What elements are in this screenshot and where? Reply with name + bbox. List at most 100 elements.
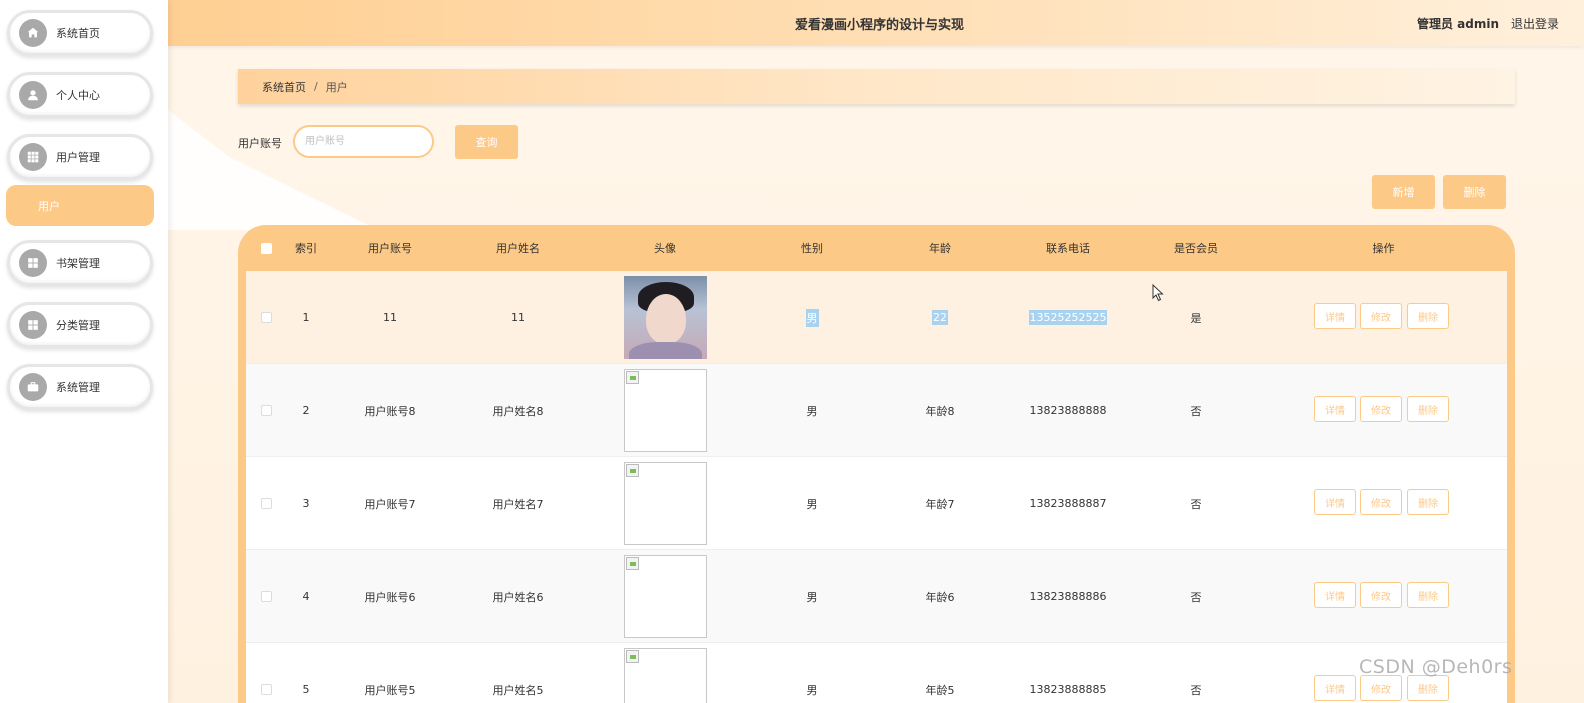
row-checkbox[interactable] [260,312,272,323]
sidebar-item-profile[interactable]: 个人中心 [7,72,153,118]
table-row: 3 用户账号7 用户姓名7 男 年龄7 13823888887 否 详情 修改 … [246,457,1507,550]
grid-icon [19,143,47,171]
cell-gender: 男 [806,683,818,697]
cell-account: 用户账号5 [364,683,416,697]
batch-delete-button[interactable]: 删除 [1443,175,1506,209]
cell-name: 用户姓名6 [492,590,544,604]
header-phone: 联系电话 [1046,242,1090,255]
main-content: 爱看漫画小程序的设计与实现 管理员 admin 退出登录 系统首页 / 用户 用… [168,0,1584,703]
grid-icon [19,249,47,277]
cell-phone: 13823888885 [1029,683,1107,696]
search-button-label: 查询 [475,136,498,149]
admin-label: 管理员 admin [1417,17,1500,31]
delete-button[interactable]: 删除 [1407,489,1449,515]
sidebar-item-label: 书架管理 [56,257,100,270]
briefcase-icon [19,373,47,401]
sidebar-item-home[interactable]: 系统首页 [7,10,153,56]
select-all-checkbox[interactable] [260,242,272,254]
cell-avatar [582,643,748,703]
cell-phone: 13823888888 [1029,404,1107,417]
header-name: 用户姓名 [496,242,540,255]
table-row: 5 用户账号5 用户姓名5 男 年龄5 13823888885 否 详情 修改 … [246,643,1507,703]
table-body: 1 11 11 男 22 13525252525 是 详情 修改 删除 2 用户… [246,271,1507,703]
header-age: 年龄 [929,242,951,255]
sidebar-item-user-management[interactable]: 用户管理 [7,134,153,180]
broken-image-icon [623,462,707,545]
cell-name: 用户姓名7 [492,497,544,511]
watermark: CSDN @Deh0rs [1359,656,1513,678]
edit-button[interactable]: 修改 [1360,489,1402,515]
grid-icon [19,311,47,339]
broken-image-icon [623,555,707,638]
search-button[interactable]: 查询 [455,125,518,159]
mouse-cursor-icon [1152,284,1164,302]
delete-button[interactable]: 删除 [1407,582,1449,608]
row-select-cell [246,643,286,703]
detail-button[interactable]: 详情 [1314,582,1356,608]
cell-account: 用户账号8 [364,404,416,418]
cell-member: 否 [1190,590,1202,604]
add-button[interactable]: 新增 [1372,175,1435,209]
avatar-photo [623,276,707,359]
cell-gender-text: 男 [805,308,819,327]
row-checkbox[interactable] [260,405,272,416]
sidebar-item-label: 个人中心 [56,89,100,102]
header-index: 索引 [295,242,317,255]
row-checkbox[interactable] [260,498,272,509]
table-header: 索引 用户账号 用户姓名 头像 性别 年龄 联系电话 是否会员 操作 [238,225,1515,271]
detail-button[interactable]: 详情 [1314,489,1356,515]
cell-avatar [582,271,748,364]
app-title: 爱看漫画小程序的设计与实现 [795,18,965,33]
header-gender: 性别 [801,242,823,255]
logout-link[interactable]: 退出登录 [1511,15,1559,32]
row-select-cell [246,271,286,364]
row-checkbox[interactable] [260,684,272,695]
row-select-cell [246,364,286,457]
cell-phone-text: 13525252525 [1028,310,1108,325]
breadcrumb-separator: / [314,80,318,93]
delete-button[interactable]: 删除 [1407,303,1449,329]
header-avatar: 头像 [654,242,676,255]
sidebar-subitem-user[interactable]: 用户 [6,185,154,226]
search-input[interactable] [293,125,434,158]
sidebar-item-label: 系统首页 [56,27,100,40]
cell-index: 2 [302,404,310,417]
table-row: 2 用户账号8 用户姓名8 男 年龄8 13823888888 否 详情 修改 … [246,364,1507,457]
sidebar-item-bookshelf[interactable]: 书架管理 [7,240,153,286]
cell-name: 用户姓名5 [492,683,544,697]
cell-gender: 男 [748,271,876,364]
delete-button[interactable]: 删除 [1407,675,1449,701]
sidebar-item-label: 分类管理 [56,319,100,332]
cell-age: 年龄5 [925,683,955,697]
edit-button[interactable]: 修改 [1360,396,1402,422]
sidebar-subitem-label: 用户 [38,199,60,213]
detail-button[interactable]: 详情 [1314,303,1356,329]
home-icon [19,19,47,47]
header-account: 用户账号 [368,242,412,255]
breadcrumb-home[interactable]: 系统首页 [262,79,306,95]
edit-button[interactable]: 修改 [1360,582,1402,608]
sidebar-item-category[interactable]: 分类管理 [7,302,153,348]
cell-index: 3 [302,497,310,510]
row-checkbox[interactable] [260,591,272,602]
cell-index: 4 [302,590,310,603]
table-row: 4 用户账号6 用户姓名6 男 年龄6 13823888886 否 详情 修改 … [246,550,1507,643]
edit-button[interactable]: 修改 [1360,303,1402,329]
edit-button[interactable]: 修改 [1360,675,1402,701]
sidebar-item-label: 用户管理 [56,151,100,164]
cell-phone: 13525252525 [1004,271,1132,364]
user-icon [19,81,47,109]
sidebar-item-system[interactable]: 系统管理 [7,364,153,410]
detail-button[interactable]: 详情 [1314,675,1356,701]
row-select-cell [246,550,286,643]
search-label: 用户账号 [238,137,282,150]
cell-age-text: 22 [932,310,948,325]
select-all-cell [246,225,286,271]
cell-index: 5 [302,683,310,696]
cell-name: 用户姓名8 [492,404,544,418]
user-table: 索引 用户账号 用户姓名 头像 性别 年龄 联系电话 是否会员 操作 1 11 … [238,225,1515,703]
header-member: 是否会员 [1174,242,1218,255]
delete-button[interactable]: 删除 [1407,396,1449,422]
cell-age: 年龄8 [925,404,955,418]
detail-button[interactable]: 详情 [1314,396,1356,422]
